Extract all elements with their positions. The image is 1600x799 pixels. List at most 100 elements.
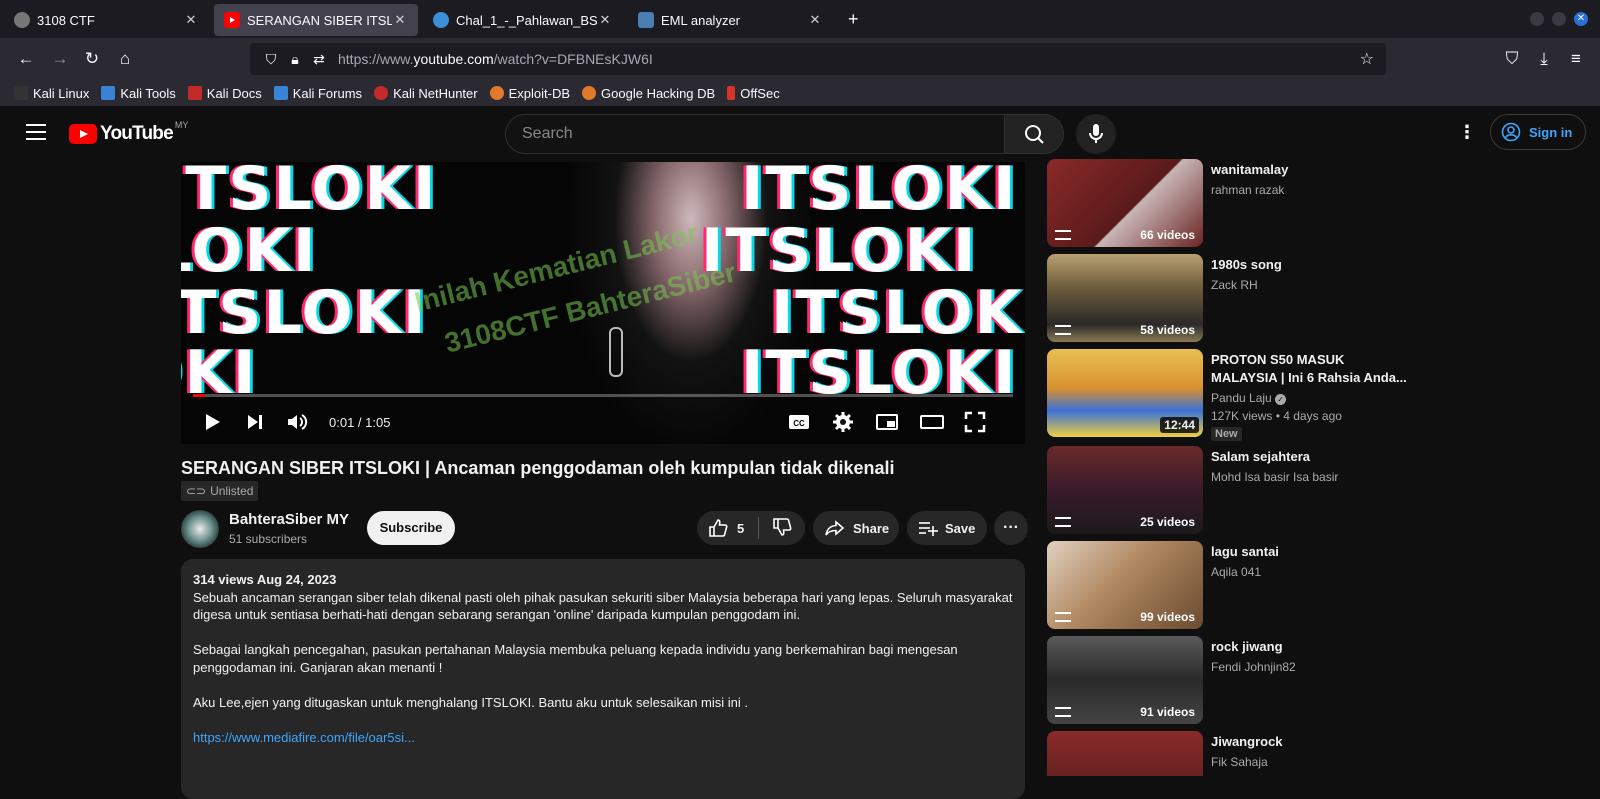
svg-text:CC: CC xyxy=(793,419,805,428)
thumbnail[interactable]: 58 videos xyxy=(1047,254,1203,342)
permissions-icon[interactable]: ⇄ xyxy=(310,51,328,68)
sidebar-item[interactable]: 99 videos lagu santai Aqila 041 xyxy=(1047,541,1567,629)
link-icon: ⊂⊃ xyxy=(186,484,207,498)
glitch-text: ITSLOKI xyxy=(181,162,438,224)
bookmark-kali-tools[interactable]: Kali Tools xyxy=(101,86,176,101)
kali-icon xyxy=(14,86,28,100)
thumbnail[interactable]: 66 videos xyxy=(1047,159,1203,247)
minimize-button[interactable] xyxy=(1530,12,1544,26)
next-button[interactable] xyxy=(244,410,266,439)
item-title[interactable]: wanitamalay xyxy=(1211,161,1411,179)
play-button[interactable] xyxy=(201,410,223,439)
like-button[interactable]: 5 xyxy=(697,517,744,539)
bookmark-kali-linux[interactable]: Kali Linux xyxy=(14,86,89,101)
thumbnail[interactable]: 12:44 xyxy=(1047,349,1203,437)
reload-icon[interactable]: ↻ xyxy=(80,47,104,71)
theater-mode-button[interactable] xyxy=(919,410,945,439)
fullscreen-button[interactable] xyxy=(963,410,987,439)
sidebar-item[interactable]: 66 videos wanitamalay rahman razak xyxy=(1047,159,1567,247)
captions-button[interactable]: CC xyxy=(787,410,811,439)
bookmark-kali-docs[interactable]: Kali Docs xyxy=(187,86,262,101)
miniplayer-button[interactable] xyxy=(875,410,899,439)
item-channel[interactable]: Fendi Johnjin82 xyxy=(1211,660,1296,674)
item-channel[interactable]: Mohd Isa basir Isa basir xyxy=(1211,470,1338,484)
shield-icon[interactable]: ⛉ xyxy=(262,51,280,68)
bookmark-kali-forums[interactable]: Kali Forums xyxy=(273,86,362,101)
tab-3108-ctf[interactable]: 3108 CTF ✕ xyxy=(4,4,209,36)
item-title[interactable]: PROTON S50 MASUK MALAYSIA | Ini 6 Rahsia… xyxy=(1211,351,1411,387)
subscribe-button[interactable]: Subscribe xyxy=(367,511,455,545)
bookmark-ghdb[interactable]: Google Hacking DB xyxy=(582,86,715,101)
description-box[interactable]: 314 views Aug 24, 2023 Sebuah ancaman se… xyxy=(181,559,1025,799)
channel-name[interactable]: BahteraSiber MY xyxy=(229,511,349,528)
hamburger-menu-icon[interactable] xyxy=(26,124,46,140)
home-icon[interactable]: ⌂ xyxy=(113,47,137,71)
search-input[interactable] xyxy=(506,115,1004,153)
search-button[interactable] xyxy=(1004,114,1064,154)
progress-bar[interactable] xyxy=(193,394,1013,397)
pocket-icon[interactable]: ⛉ xyxy=(1500,47,1524,71)
channel-avatar[interactable] xyxy=(181,510,219,548)
dislike-button[interactable] xyxy=(759,516,793,541)
close-icon[interactable]: ✕ xyxy=(597,12,613,28)
bookmark-exploit-db[interactable]: Exploit-DB xyxy=(489,86,570,101)
view-count-date: 314 views Aug 24, 2023 xyxy=(193,572,337,587)
tab-chal-1[interactable]: Chal_1_-_Pahlawan_BS ✕ xyxy=(423,4,623,36)
description-paragraph: Sebuah ancaman serangan siber telah dike… xyxy=(193,589,1013,623)
back-icon[interactable]: ← xyxy=(14,47,38,71)
video-count: 58 videos xyxy=(1140,323,1195,337)
eml-favicon xyxy=(638,12,654,28)
maximize-button[interactable] xyxy=(1552,12,1566,26)
settings-button[interactable] xyxy=(831,410,855,439)
thumbnail[interactable] xyxy=(1047,731,1203,776)
sign-in-button[interactable]: Sign in xyxy=(1490,114,1586,150)
bookmark-star-icon[interactable]: ☆ xyxy=(1360,49,1374,69)
sidebar-item[interactable]: Jiwangrock Fik Sahaja xyxy=(1047,731,1567,776)
time-display: 0:01 / 1:05 xyxy=(329,415,391,430)
item-channel[interactable]: Fik Sahaja xyxy=(1211,755,1268,769)
voice-search-button[interactable] xyxy=(1076,114,1116,154)
more-actions-button[interactable]: ··· xyxy=(994,511,1028,545)
item-channel[interactable]: Aqila 041 xyxy=(1211,565,1261,579)
close-icon[interactable]: ✕ xyxy=(183,12,199,28)
sidebar-item[interactable]: 58 videos 1980s song Zack RH xyxy=(1047,254,1567,342)
playlist-icon xyxy=(1055,612,1071,622)
window-close-button[interactable]: ✕ xyxy=(1574,12,1588,26)
sidebar-item[interactable]: 12:44 PROTON S50 MASUK MALAYSIA | Ini 6 … xyxy=(1047,349,1567,441)
thumbnail[interactable]: 25 videos xyxy=(1047,446,1203,534)
item-channel[interactable]: rahman razak xyxy=(1211,183,1284,197)
item-title[interactable]: 1980s song xyxy=(1211,256,1411,274)
sidebar-item[interactable]: 91 videos rock jiwang Fendi Johnjin82 xyxy=(1047,636,1567,724)
thumbnail[interactable]: 99 videos xyxy=(1047,541,1203,629)
video-player[interactable]: ITSLOKI ITSLOKI ITSLOKI ITSLOKI ITSLOKI … xyxy=(181,162,1025,444)
sidebar-item[interactable]: 25 videos Salam sejahtera Mohd Isa basir… xyxy=(1047,446,1567,534)
settings-more-icon[interactable]: ⋮ xyxy=(1458,122,1476,143)
close-icon[interactable]: ✕ xyxy=(392,12,408,28)
tab-eml-analyzer[interactable]: EML analyzer ✕ xyxy=(628,4,833,36)
tab-youtube-video[interactable]: SERANGAN SIBER ITSLOKI ✕ xyxy=(214,4,418,36)
url-bar[interactable]: ⛉ 🔒︎ ⇄ https://www.youtube.com/watch?v=D… xyxy=(250,43,1386,75)
save-button[interactable]: Save xyxy=(907,511,987,545)
bookmark-kali-nethunter[interactable]: Kali NetHunter xyxy=(374,86,478,101)
item-title[interactable]: Jiwangrock xyxy=(1211,733,1411,751)
menu-icon[interactable]: ≡ xyxy=(1564,47,1588,71)
volume-button[interactable] xyxy=(285,410,309,439)
item-title[interactable]: rock jiwang xyxy=(1211,638,1411,656)
like-dislike-group: 5 xyxy=(697,511,805,545)
share-button[interactable]: Share xyxy=(813,511,899,545)
mediafire-link[interactable]: https://www.mediafire.com/file/oar5si... xyxy=(193,730,415,745)
close-icon[interactable]: ✕ xyxy=(807,12,823,28)
item-title[interactable]: lagu santai xyxy=(1211,543,1411,561)
downloads-icon[interactable]: ⤓ xyxy=(1532,47,1556,71)
thumbnail[interactable]: 91 videos xyxy=(1047,636,1203,724)
gear-icon xyxy=(833,412,853,432)
url-text[interactable]: https://www.youtube.com/watch?v=DFBNEsKJ… xyxy=(338,51,653,67)
youtube-logo[interactable]: YouTube MY xyxy=(69,120,188,145)
forward-icon[interactable]: → xyxy=(48,47,72,71)
bookmark-offsec[interactable]: OffSec xyxy=(727,86,780,101)
lock-icon[interactable]: 🔒︎ xyxy=(286,51,304,68)
item-channel[interactable]: Pandu Laju ✓ xyxy=(1211,391,1287,405)
new-tab-icon[interactable]: + xyxy=(848,9,859,30)
item-channel[interactable]: Zack RH xyxy=(1211,278,1258,292)
item-title[interactable]: Salam sejahtera xyxy=(1211,448,1411,466)
